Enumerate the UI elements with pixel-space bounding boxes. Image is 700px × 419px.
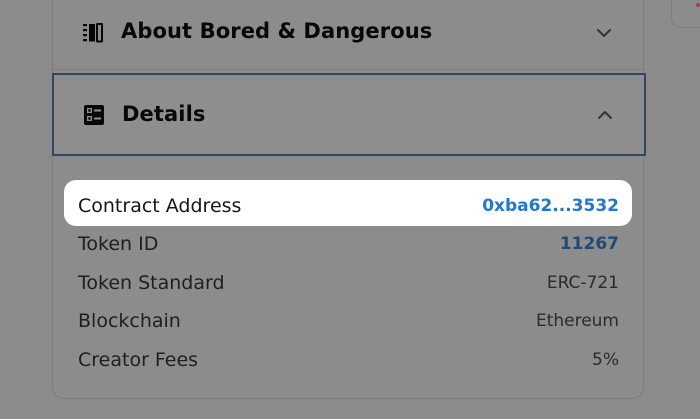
list-details-icon [84, 105, 104, 125]
blockchain-value: Ethereum [535, 311, 619, 331]
details-accordion-header[interactable]: Details [52, 73, 646, 156]
detail-row-creator-fees: Creator Fees 5% [78, 345, 619, 375]
text-block-icon [83, 23, 103, 43]
details-section-title: Details [122, 102, 206, 126]
contract-address-link[interactable]: 0xba62...3532 [482, 196, 619, 216]
detail-label: Creator Fees [78, 349, 199, 371]
detail-label: Blockchain [78, 310, 181, 332]
about-accordion-header[interactable]: About Bored & Dangerous [53, 0, 645, 70]
detail-row-contract-address: Contract Address 0xba62...3532 [78, 191, 619, 221]
creator-fees-value: 5% [592, 350, 619, 370]
details-page: About Bored & Dangerous Details Contract [0, 0, 700, 419]
detail-label: Contract Address [78, 195, 242, 217]
token-standard-value: ERC-721 [546, 273, 619, 293]
token-id-link[interactable]: 11267 [560, 234, 619, 254]
detail-label: Token Standard [78, 272, 225, 294]
chevron-down-icon[interactable] [594, 23, 614, 43]
detail-row-token-id: Token ID 11267 [78, 229, 619, 259]
about-section-title: About Bored & Dangerous [121, 19, 433, 43]
detail-label: Token ID [78, 233, 159, 255]
chevron-up-icon[interactable] [595, 105, 615, 125]
detail-row-blockchain: Blockchain Ethereum [78, 306, 619, 336]
notification-dot [696, 3, 700, 7]
detail-row-token-standard: Token Standard ERC-721 [78, 268, 619, 298]
